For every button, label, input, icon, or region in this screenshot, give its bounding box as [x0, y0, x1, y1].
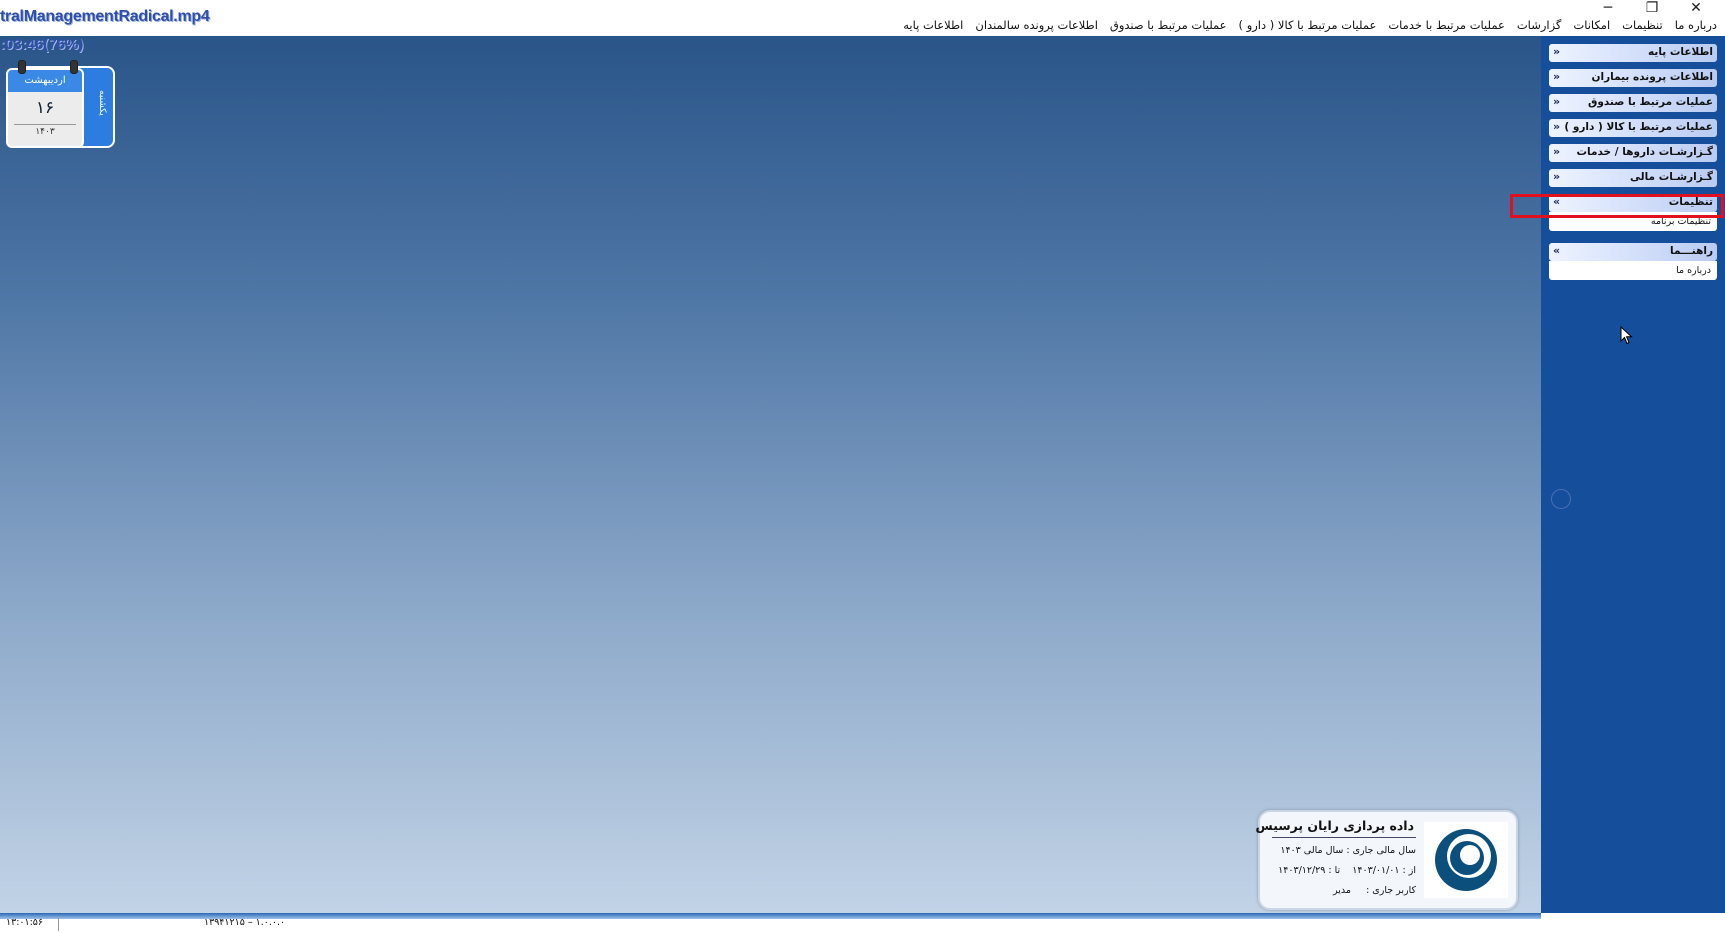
fiscal-year-label: سال مالی جاری :: [1346, 845, 1416, 856]
status-bar: ۱۳:۰۱:۵۶ ۱۳۹۴۱۲۱۵ – ۱.۰.۰.۰: [0, 913, 1725, 933]
calendar-ring-icon: [18, 60, 26, 74]
video-timer: :03:46(76%): [0, 36, 84, 53]
company-logo: [1424, 822, 1508, 898]
chevron-down-icon: »: [1553, 120, 1561, 133]
calendar-day: ۱۶: [35, 98, 55, 118]
chevron-down-icon: »: [1553, 70, 1561, 83]
side-navigation: » اطلاعات پایه » اطلاعات پرونده بیماران …: [1541, 36, 1725, 913]
restore-button[interactable]: ❐: [1643, 0, 1661, 16]
fiscal-year-row: سال مالی جاری : سال مالی ۱۴۰۳: [1280, 845, 1416, 856]
from-label: از :: [1402, 865, 1416, 876]
window-controls: ─ ❐ ✕: [1599, 0, 1705, 16]
desktop-area: [0, 36, 1541, 913]
calendar-year: ۱۴۰۳: [14, 124, 76, 137]
nav-label: تنظیمات: [1668, 196, 1713, 208]
nav-label: گـزارشـات مالی: [1630, 171, 1713, 183]
current-user-label: کاربر جاری :: [1366, 885, 1416, 896]
chevron-down-icon: »: [1553, 45, 1561, 58]
mouse-cursor-icon: [1620, 326, 1633, 345]
nav-basic-info[interactable]: » اطلاعات پایه: [1549, 44, 1717, 62]
nav-label: گـزارشـات داروها / خدمات: [1576, 146, 1714, 158]
minimize-button[interactable]: ─: [1599, 0, 1617, 16]
calendar-ring-icon: [70, 60, 78, 74]
nav-financial-reports[interactable]: » گـزارشـات مالی: [1549, 169, 1717, 187]
nav-help[interactable]: « راهنـــما: [1549, 243, 1717, 261]
chevron-down-icon: »: [1553, 95, 1561, 108]
settings-submenu: تنظیمات برنامه: [1549, 212, 1717, 231]
status-time: ۱۳:۰۱:۵۶: [6, 917, 44, 928]
chevron-up-icon: «: [1553, 195, 1561, 208]
date-range-row: از : ۱۴۰۳/۰۱/۰۱ تا : ۱۴۰۳/۱۲/۲۹: [1278, 865, 1416, 876]
chevron-down-icon: »: [1553, 170, 1561, 183]
company-logo-icon: [1435, 829, 1497, 891]
to-label: تا :: [1328, 865, 1341, 876]
menu-facilities[interactable]: امکانات: [1573, 18, 1610, 32]
company-name: داده پردازی رایان پرسیس: [1255, 818, 1414, 833]
current-user-value: مدیر: [1333, 885, 1351, 896]
chevron-up-icon: «: [1553, 244, 1561, 257]
chevron-down-icon: »: [1553, 145, 1561, 158]
video-title: tralManagementRadical.mp4: [0, 8, 210, 25]
calendar-page: اردیبهشت ۱۶ ۱۴۰۳: [6, 68, 84, 148]
nav-drug-reports[interactable]: » گـزارشـات داروها / خدمات: [1549, 144, 1717, 162]
nav-label: اطلاعات پرونده بیماران: [1591, 71, 1713, 83]
status-divider: [58, 917, 59, 931]
nav-label: اطلاعات پایه: [1648, 46, 1713, 58]
menu-settings[interactable]: تنظیمات: [1622, 18, 1663, 32]
status-version: ۱۳۹۴۱۲۱۵ – ۱.۰.۰.۰: [204, 917, 286, 928]
company-divider: [1272, 837, 1416, 838]
menu-goods-ops[interactable]: عملیات مرتبط با کالا ( دارو ): [1239, 18, 1377, 32]
menu-about[interactable]: درباره ما: [1675, 18, 1717, 32]
company-info-card: داده پردازی رایان پرسیس سال مالی جاری : …: [1255, 810, 1518, 910]
click-indicator-icon: [1551, 489, 1571, 509]
help-submenu: درباره ما: [1549, 261, 1717, 280]
nav-goods-ops[interactable]: » عملیات مرتبط با کالا ( دارو ): [1549, 119, 1717, 137]
calendar-weekday: یکشنبه: [97, 90, 107, 116]
fiscal-year-value: سال مالی ۱۴۰۳: [1280, 845, 1344, 856]
nav-patient-records[interactable]: » اطلاعات پرونده بیماران: [1549, 69, 1717, 87]
menu-basic-info[interactable]: اطلاعات پایه: [903, 18, 963, 32]
menu-reports[interactable]: گزارشات: [1517, 18, 1562, 32]
nav-settings[interactable]: « تنظیمات: [1549, 194, 1717, 212]
menu-elderly-records[interactable]: اطلاعات پرونده سالمندان: [975, 18, 1098, 32]
calendar-widget: یکشنبه اردیبهشت ۱۶ ۱۴۰۳: [6, 60, 115, 150]
close-button[interactable]: ✕: [1687, 0, 1705, 16]
nav-label: راهنـــما: [1670, 245, 1713, 257]
to-value: ۱۴۰۳/۱۲/۲۹: [1278, 865, 1326, 876]
menu-cashbox-ops[interactable]: عملیات مرتبط با صندوق: [1110, 18, 1227, 32]
from-value: ۱۴۰۳/۰۱/۰۱: [1352, 865, 1400, 876]
menu-bar: اطلاعات پایه اطلاعات پرونده سالمندان عمل…: [903, 18, 1717, 32]
nav-cashbox-ops[interactable]: » عملیات مرتبط با صندوق: [1549, 94, 1717, 112]
menu-services-ops[interactable]: عملیات مرتبط با خدمات: [1388, 18, 1505, 32]
submenu-about-us[interactable]: درباره ما: [1549, 261, 1717, 280]
nav-label: عملیات مرتبط با کالا ( دارو ): [1564, 121, 1713, 133]
current-user-row: کاربر جاری : مدیر: [1333, 885, 1416, 896]
submenu-program-settings[interactable]: تنظیمات برنامه: [1549, 212, 1717, 231]
nav-label: عملیات مرتبط با صندوق: [1587, 96, 1713, 108]
title-bar: tralManagementRadical.mp4 ─ ❐ ✕ اطلاعات …: [0, 0, 1725, 36]
